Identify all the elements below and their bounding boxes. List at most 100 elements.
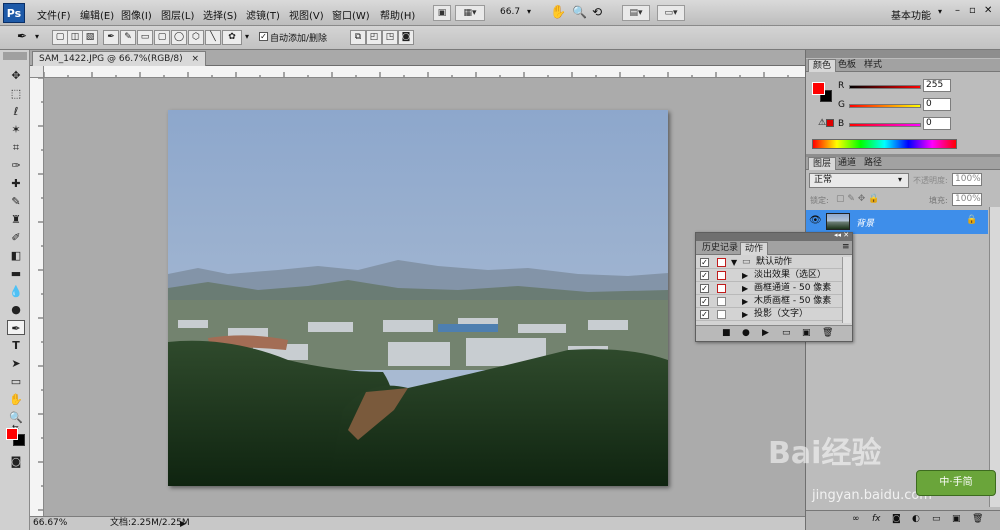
path-intersect-icon[interactable]: ◳ xyxy=(382,30,398,45)
mini-bridge-icon[interactable]: ▦▾ xyxy=(455,5,485,21)
vertical-ruler[interactable] xyxy=(30,78,44,516)
dialog-toggle-icon[interactable] xyxy=(717,297,726,306)
polygon-icon[interactable]: ⬡ xyxy=(188,30,204,45)
document-tab[interactable]: SAM_1422.JPG @ 66.7%(RGB/8) × xyxy=(32,51,207,66)
path-selection-tool-icon[interactable]: ➤ xyxy=(7,356,25,371)
arrange-documents-icon[interactable]: ▤▾ xyxy=(622,5,650,21)
link-layers-icon[interactable]: ∞ xyxy=(852,514,860,524)
custom-shape-icon[interactable]: ✿ xyxy=(222,30,242,45)
auto-add-delete-checkbox[interactable]: ✓ xyxy=(259,32,268,41)
blur-tool-icon[interactable]: 💧 xyxy=(7,284,25,299)
quick-mask-icon[interactable]: ◙ xyxy=(7,454,25,469)
gamut-swatch[interactable] xyxy=(826,119,834,127)
screen-mode-icon[interactable]: ▭▾ xyxy=(657,5,685,21)
dock-header[interactable] xyxy=(806,50,1000,58)
triangle-right-icon[interactable]: ▶ xyxy=(742,296,748,307)
lock-icons[interactable]: ▢ ✎ ✥ 🔒 xyxy=(836,194,879,204)
new-set-icon[interactable]: ▭ xyxy=(782,328,791,338)
crop-tool-icon[interactable]: ⌗ xyxy=(7,140,25,155)
tab-actions[interactable]: 动作 xyxy=(740,242,769,255)
play-icon[interactable]: ▶ xyxy=(762,328,769,338)
menu-layer[interactable]: 图层(L) xyxy=(161,7,194,22)
collapse-icon[interactable]: ◂◂ ✕ xyxy=(834,231,849,239)
chevron-down-icon[interactable]: ▾ xyxy=(938,7,942,16)
tab-swatches[interactable]: 色板 xyxy=(834,59,860,72)
layer-style-icon[interactable]: fx xyxy=(872,514,881,524)
triangle-down-icon[interactable]: ▼ xyxy=(731,257,737,268)
blend-mode-select[interactable]: 正常 xyxy=(809,173,909,188)
warning-icon[interactable]: ⚠ xyxy=(818,118,826,128)
eye-icon[interactable]: 👁 xyxy=(809,215,822,226)
paths-mode-icon[interactable]: ◫ xyxy=(67,30,83,45)
eraser-tool-icon[interactable]: ◧ xyxy=(7,248,25,263)
group-icon[interactable]: ▭ xyxy=(932,514,941,524)
color-spectrum-bar[interactable] xyxy=(812,139,957,149)
layers-scrollbar[interactable] xyxy=(989,207,1000,507)
path-subtract-icon[interactable]: ◰ xyxy=(366,30,382,45)
action-row[interactable]: ✓ ▶ 淡出效果（选区） xyxy=(696,270,842,282)
minimize-icon[interactable]: – xyxy=(955,5,960,16)
zoom-icon[interactable]: 🔍 xyxy=(572,5,587,19)
checkmark-icon[interactable]: ✓ xyxy=(700,258,709,267)
blue-value-field[interactable]: 0 xyxy=(923,117,951,130)
action-set-row[interactable]: ✓ ▼ ▭ 默认动作 xyxy=(696,257,842,269)
freeform-pen-icon[interactable]: ✎ xyxy=(120,30,136,45)
tab-color[interactable]: 颜色 xyxy=(808,59,837,72)
pen-tool-preset-icon[interactable]: ✒ xyxy=(17,29,27,43)
actions-scrollbar[interactable] xyxy=(842,257,851,323)
magic-wand-tool-icon[interactable]: ✶ xyxy=(7,122,25,137)
type-tool-icon[interactable]: T xyxy=(7,338,25,353)
blue-slider[interactable] xyxy=(849,123,921,127)
menu-help[interactable]: 帮助(H) xyxy=(380,7,415,22)
menu-view[interactable]: 视图(V) xyxy=(289,7,324,22)
pen-icon[interactable]: ✒ xyxy=(103,30,119,45)
new-action-icon[interactable]: ▣ xyxy=(802,328,811,338)
triangle-right-icon[interactable]: ▶ xyxy=(742,309,748,320)
dodge-tool-icon[interactable]: ● xyxy=(7,302,25,317)
action-row[interactable]: ✓ ▶ 木质画框 - 50 像素 xyxy=(696,296,842,308)
hand-tool-icon[interactable]: ✋ xyxy=(7,392,25,407)
line-icon[interactable]: ╲ xyxy=(205,30,221,45)
rotate-view-icon[interactable]: ⟲ xyxy=(592,5,602,19)
zoom-readout[interactable]: 66.67% xyxy=(33,517,67,530)
path-exclude-icon[interactable]: ◙ xyxy=(398,30,414,45)
move-tool-icon[interactable]: ✥ xyxy=(7,68,25,83)
hand-icon[interactable]: ✋ xyxy=(550,5,566,20)
ruler-origin[interactable] xyxy=(30,66,44,78)
tab-layers[interactable]: 图层 xyxy=(808,157,837,170)
new-layer-icon[interactable]: ▣ xyxy=(952,514,961,524)
layer-mask-icon[interactable]: ◙ xyxy=(892,514,901,524)
action-row[interactable]: ✓ ▶ 画框通道 - 50 像素 xyxy=(696,283,842,295)
chevron-down-icon[interactable]: ▾ xyxy=(35,32,39,41)
shape-tool-icon[interactable]: ▭ xyxy=(7,374,25,389)
action-row[interactable]: ✓ ▶ 投影（文字） xyxy=(696,309,842,321)
gradient-tool-icon[interactable]: ▬ xyxy=(7,266,25,281)
restore-icon[interactable]: ▫ xyxy=(969,5,976,16)
workspace-switcher[interactable]: 基本功能 xyxy=(891,7,931,22)
clone-stamp-tool-icon[interactable]: ♜ xyxy=(7,212,25,227)
menu-image[interactable]: 图像(I) xyxy=(121,7,152,22)
checkmark-icon[interactable]: ✓ xyxy=(700,297,709,306)
brush-tool-icon[interactable]: ✎ xyxy=(7,194,25,209)
red-slider[interactable] xyxy=(849,85,921,89)
tab-channels[interactable]: 通道 xyxy=(834,157,860,170)
foreground-color-swatch[interactable] xyxy=(812,82,825,95)
close-icon[interactable]: × xyxy=(192,54,200,64)
checkmark-icon[interactable]: ✓ xyxy=(700,271,709,280)
toolbox-grip[interactable] xyxy=(3,52,27,60)
eyedropper-tool-icon[interactable]: ✑ xyxy=(7,158,25,173)
green-slider[interactable] xyxy=(849,104,921,108)
tab-styles[interactable]: 样式 xyxy=(860,59,886,72)
menu-filter[interactable]: 滤镜(T) xyxy=(246,7,280,22)
ellipse-icon[interactable]: ◯ xyxy=(171,30,187,45)
green-value-field[interactable]: 0 xyxy=(923,98,951,111)
actions-panel-header[interactable]: ◂◂ ✕ xyxy=(696,231,852,241)
menu-window[interactable]: 窗口(W) xyxy=(332,7,370,22)
shape-layers-icon[interactable]: ▢ xyxy=(52,30,68,45)
zoom-level[interactable]: 66.7 xyxy=(500,7,520,17)
healing-brush-tool-icon[interactable]: ✚ xyxy=(7,176,25,191)
menu-file[interactable]: 文件(F) xyxy=(37,7,71,22)
history-brush-tool-icon[interactable]: ✐ xyxy=(7,230,25,245)
fill-field[interactable]: 100% xyxy=(952,193,982,206)
chevron-down-icon[interactable]: ▾ xyxy=(527,7,531,16)
